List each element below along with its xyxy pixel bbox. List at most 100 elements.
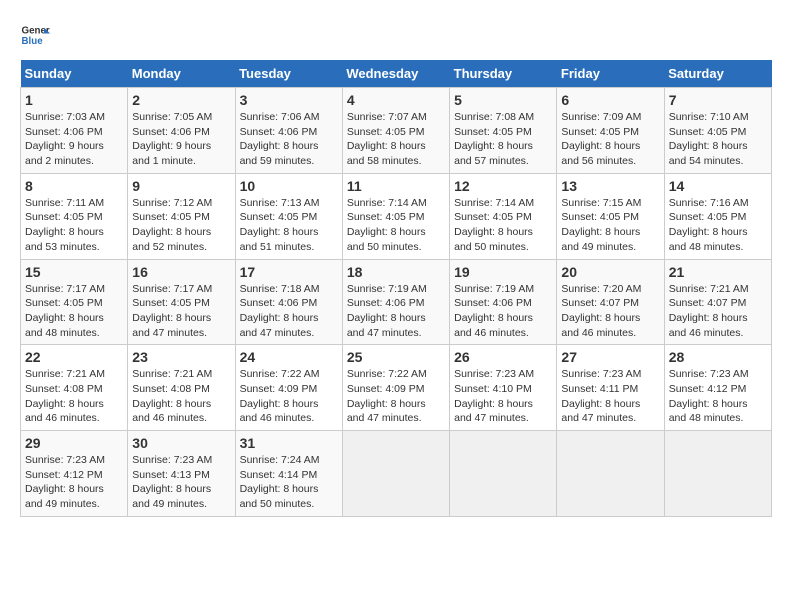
sunrise-text: Sunrise: 7:17 AM bbox=[25, 282, 123, 297]
daylight-text: Daylight: 8 hours and 46 minutes. bbox=[132, 397, 230, 426]
day-info: Sunrise: 7:18 AM Sunset: 4:06 PM Dayligh… bbox=[240, 282, 338, 341]
day-number: 14 bbox=[669, 178, 767, 194]
daylight-text: Daylight: 8 hours and 51 minutes. bbox=[240, 225, 338, 254]
calendar-table: SundayMondayTuesdayWednesdayThursdayFrid… bbox=[20, 60, 772, 517]
logo-icon: General Blue bbox=[20, 20, 50, 50]
calendar-cell bbox=[664, 431, 771, 517]
day-number: 4 bbox=[347, 92, 445, 108]
calendar-cell: 19 Sunrise: 7:19 AM Sunset: 4:06 PM Dayl… bbox=[450, 259, 557, 345]
calendar-cell: 1 Sunrise: 7:03 AM Sunset: 4:06 PM Dayli… bbox=[21, 88, 128, 174]
day-number: 24 bbox=[240, 349, 338, 365]
daylight-text: Daylight: 8 hours and 47 minutes. bbox=[240, 311, 338, 340]
sunset-text: Sunset: 4:05 PM bbox=[347, 210, 445, 225]
sunrise-text: Sunrise: 7:23 AM bbox=[454, 367, 552, 382]
calendar-cell: 21 Sunrise: 7:21 AM Sunset: 4:07 PM Dayl… bbox=[664, 259, 771, 345]
sunset-text: Sunset: 4:05 PM bbox=[132, 296, 230, 311]
daylight-text: Daylight: 8 hours and 49 minutes. bbox=[25, 482, 123, 511]
sunset-text: Sunset: 4:13 PM bbox=[132, 468, 230, 483]
sunset-text: Sunset: 4:06 PM bbox=[132, 125, 230, 140]
sunrise-text: Sunrise: 7:23 AM bbox=[561, 367, 659, 382]
daylight-text: Daylight: 9 hours and 1 minute. bbox=[132, 139, 230, 168]
day-number: 12 bbox=[454, 178, 552, 194]
day-number: 31 bbox=[240, 435, 338, 451]
daylight-text: Daylight: 8 hours and 46 minutes. bbox=[561, 311, 659, 340]
calendar-cell: 3 Sunrise: 7:06 AM Sunset: 4:06 PM Dayli… bbox=[235, 88, 342, 174]
col-header-wednesday: Wednesday bbox=[342, 60, 449, 88]
sunset-text: Sunset: 4:08 PM bbox=[132, 382, 230, 397]
day-info: Sunrise: 7:23 AM Sunset: 4:11 PM Dayligh… bbox=[561, 367, 659, 426]
day-number: 19 bbox=[454, 264, 552, 280]
day-number: 1 bbox=[25, 92, 123, 108]
day-number: 17 bbox=[240, 264, 338, 280]
day-number: 10 bbox=[240, 178, 338, 194]
calendar-cell: 10 Sunrise: 7:13 AM Sunset: 4:05 PM Dayl… bbox=[235, 173, 342, 259]
col-header-saturday: Saturday bbox=[664, 60, 771, 88]
daylight-text: Daylight: 8 hours and 46 minutes. bbox=[240, 397, 338, 426]
daylight-text: Daylight: 8 hours and 52 minutes. bbox=[132, 225, 230, 254]
daylight-text: Daylight: 8 hours and 50 minutes. bbox=[454, 225, 552, 254]
sunset-text: Sunset: 4:06 PM bbox=[25, 125, 123, 140]
sunset-text: Sunset: 4:12 PM bbox=[669, 382, 767, 397]
calendar-cell: 29 Sunrise: 7:23 AM Sunset: 4:12 PM Dayl… bbox=[21, 431, 128, 517]
day-info: Sunrise: 7:15 AM Sunset: 4:05 PM Dayligh… bbox=[561, 196, 659, 255]
day-number: 21 bbox=[669, 264, 767, 280]
daylight-text: Daylight: 8 hours and 47 minutes. bbox=[347, 397, 445, 426]
day-number: 2 bbox=[132, 92, 230, 108]
day-info: Sunrise: 7:23 AM Sunset: 4:12 PM Dayligh… bbox=[669, 367, 767, 426]
sunrise-text: Sunrise: 7:18 AM bbox=[240, 282, 338, 297]
day-number: 20 bbox=[561, 264, 659, 280]
daylight-text: Daylight: 8 hours and 50 minutes. bbox=[347, 225, 445, 254]
day-info: Sunrise: 7:14 AM Sunset: 4:05 PM Dayligh… bbox=[347, 196, 445, 255]
calendar-cell: 11 Sunrise: 7:14 AM Sunset: 4:05 PM Dayl… bbox=[342, 173, 449, 259]
daylight-text: Daylight: 8 hours and 50 minutes. bbox=[240, 482, 338, 511]
daylight-text: Daylight: 8 hours and 49 minutes. bbox=[561, 225, 659, 254]
day-number: 3 bbox=[240, 92, 338, 108]
svg-text:Blue: Blue bbox=[22, 36, 44, 47]
sunset-text: Sunset: 4:14 PM bbox=[240, 468, 338, 483]
sunset-text: Sunset: 4:06 PM bbox=[240, 125, 338, 140]
sunrise-text: Sunrise: 7:12 AM bbox=[132, 196, 230, 211]
calendar-cell bbox=[450, 431, 557, 517]
day-number: 18 bbox=[347, 264, 445, 280]
sunset-text: Sunset: 4:05 PM bbox=[454, 125, 552, 140]
sunrise-text: Sunrise: 7:16 AM bbox=[669, 196, 767, 211]
day-number: 16 bbox=[132, 264, 230, 280]
day-number: 15 bbox=[25, 264, 123, 280]
daylight-text: Daylight: 8 hours and 54 minutes. bbox=[669, 139, 767, 168]
calendar-cell: 24 Sunrise: 7:22 AM Sunset: 4:09 PM Dayl… bbox=[235, 345, 342, 431]
sunset-text: Sunset: 4:05 PM bbox=[454, 210, 552, 225]
col-header-tuesday: Tuesday bbox=[235, 60, 342, 88]
sunrise-text: Sunrise: 7:08 AM bbox=[454, 110, 552, 125]
header-row: SundayMondayTuesdayWednesdayThursdayFrid… bbox=[21, 60, 772, 88]
calendar-cell: 17 Sunrise: 7:18 AM Sunset: 4:06 PM Dayl… bbox=[235, 259, 342, 345]
col-header-sunday: Sunday bbox=[21, 60, 128, 88]
day-info: Sunrise: 7:20 AM Sunset: 4:07 PM Dayligh… bbox=[561, 282, 659, 341]
calendar-cell: 26 Sunrise: 7:23 AM Sunset: 4:10 PM Dayl… bbox=[450, 345, 557, 431]
calendar-week-4: 22 Sunrise: 7:21 AM Sunset: 4:08 PM Dayl… bbox=[21, 345, 772, 431]
calendar-cell: 6 Sunrise: 7:09 AM Sunset: 4:05 PM Dayli… bbox=[557, 88, 664, 174]
sunrise-text: Sunrise: 7:23 AM bbox=[25, 453, 123, 468]
daylight-text: Daylight: 8 hours and 48 minutes. bbox=[25, 311, 123, 340]
day-info: Sunrise: 7:10 AM Sunset: 4:05 PM Dayligh… bbox=[669, 110, 767, 169]
sunset-text: Sunset: 4:05 PM bbox=[25, 296, 123, 311]
sunset-text: Sunset: 4:05 PM bbox=[669, 125, 767, 140]
day-info: Sunrise: 7:23 AM Sunset: 4:10 PM Dayligh… bbox=[454, 367, 552, 426]
day-number: 29 bbox=[25, 435, 123, 451]
page-header: General Blue bbox=[20, 20, 772, 50]
sunrise-text: Sunrise: 7:06 AM bbox=[240, 110, 338, 125]
calendar-cell: 14 Sunrise: 7:16 AM Sunset: 4:05 PM Dayl… bbox=[664, 173, 771, 259]
day-number: 11 bbox=[347, 178, 445, 194]
calendar-cell: 28 Sunrise: 7:23 AM Sunset: 4:12 PM Dayl… bbox=[664, 345, 771, 431]
day-info: Sunrise: 7:21 AM Sunset: 4:08 PM Dayligh… bbox=[132, 367, 230, 426]
sunset-text: Sunset: 4:08 PM bbox=[25, 382, 123, 397]
calendar-cell: 22 Sunrise: 7:21 AM Sunset: 4:08 PM Dayl… bbox=[21, 345, 128, 431]
daylight-text: Daylight: 8 hours and 59 minutes. bbox=[240, 139, 338, 168]
sunrise-text: Sunrise: 7:20 AM bbox=[561, 282, 659, 297]
daylight-text: Daylight: 8 hours and 49 minutes. bbox=[132, 482, 230, 511]
day-info: Sunrise: 7:16 AM Sunset: 4:05 PM Dayligh… bbox=[669, 196, 767, 255]
sunrise-text: Sunrise: 7:07 AM bbox=[347, 110, 445, 125]
sunrise-text: Sunrise: 7:03 AM bbox=[25, 110, 123, 125]
sunset-text: Sunset: 4:09 PM bbox=[347, 382, 445, 397]
sunrise-text: Sunrise: 7:14 AM bbox=[454, 196, 552, 211]
day-info: Sunrise: 7:13 AM Sunset: 4:05 PM Dayligh… bbox=[240, 196, 338, 255]
